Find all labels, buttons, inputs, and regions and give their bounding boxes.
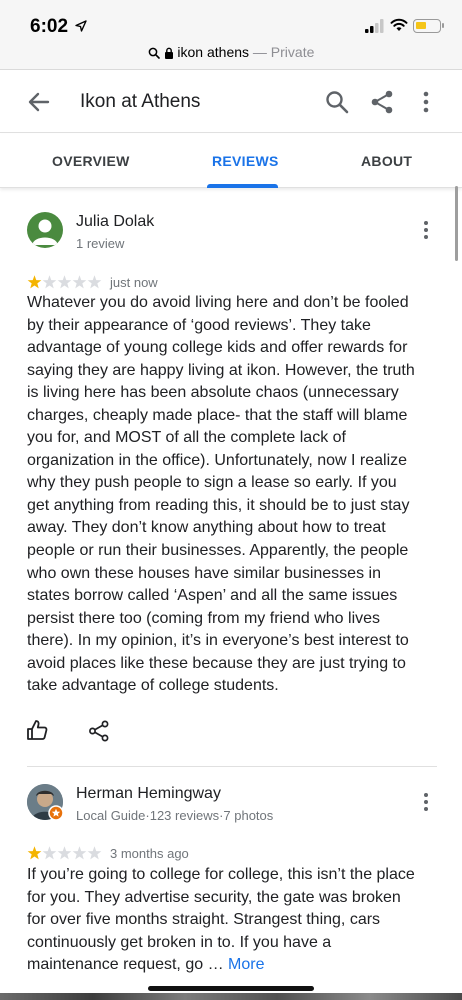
url-separator: — — [249, 44, 271, 60]
home-indicator — [148, 986, 314, 991]
back-arrow-icon[interactable] — [26, 89, 52, 115]
tab-bar: OVERVIEW REVIEWS ABOUT — [0, 134, 462, 188]
star-rating — [27, 275, 102, 289]
review-text: Whatever you do avoid living here and do… — [27, 294, 415, 695]
star-empty-icon — [87, 846, 102, 860]
search-icon[interactable] — [324, 89, 350, 115]
search-icon — [148, 47, 160, 59]
photo-strip[interactable] — [0, 993, 462, 1000]
local-guide-badge-icon — [48, 805, 64, 821]
person-icon — [32, 219, 58, 245]
url-domain: ikon athens — [177, 44, 250, 60]
review-text-body: If you’re going to college for college, … — [27, 866, 415, 974]
more-link[interactable]: More — [228, 956, 264, 973]
review-text: If you’re going to college for college, … — [27, 864, 415, 977]
star-empty-icon — [72, 275, 87, 289]
cellular-signal-icon — [365, 19, 384, 33]
avatar[interactable] — [27, 212, 63, 248]
scrollbar[interactable] — [455, 186, 458, 261]
star-empty-icon — [57, 846, 72, 860]
star-filled-icon — [27, 846, 42, 860]
battery-icon — [413, 19, 444, 33]
thumbs-up-icon[interactable] — [26, 719, 48, 741]
location-arrow-icon — [75, 20, 87, 32]
status-bar: 6:02 — [0, 0, 462, 40]
lock-icon — [164, 47, 173, 59]
more-vert-icon[interactable] — [418, 791, 434, 813]
reviewer-meta: Local Guide·123 reviews·7 photos — [76, 808, 274, 823]
status-time: 6:02 — [30, 16, 69, 37]
active-tab-indicator — [207, 184, 278, 188]
page-title: Ikon at Athens — [80, 91, 201, 112]
more-vert-icon[interactable] — [418, 219, 434, 241]
app-header: Ikon at Athens — [0, 71, 462, 133]
star-empty-icon — [42, 846, 57, 860]
wifi-icon — [390, 18, 408, 31]
url-mode: Private — [270, 44, 315, 60]
reviewer-name[interactable]: Julia Dolak — [76, 213, 154, 231]
tab-overview[interactable]: OVERVIEW — [52, 153, 130, 169]
star-empty-icon — [57, 275, 72, 289]
review-time: just now — [110, 275, 158, 290]
more-vert-icon[interactable] — [416, 89, 436, 115]
share-icon[interactable] — [88, 720, 110, 742]
star-filled-icon — [27, 275, 42, 289]
tab-about[interactable]: ABOUT — [361, 153, 412, 169]
url-bar[interactable]: ikon athens — Private — [0, 40, 462, 70]
star-empty-icon — [42, 275, 57, 289]
star-empty-icon — [72, 846, 87, 860]
divider — [27, 766, 437, 767]
star-rating — [27, 846, 102, 860]
tab-reviews[interactable]: REVIEWS — [212, 153, 279, 169]
reviewer-name[interactable]: Herman Hemingway — [76, 785, 221, 803]
share-icon[interactable] — [369, 89, 395, 115]
reviewer-meta: 1 review — [76, 236, 125, 251]
review-time: 3 months ago — [110, 846, 189, 861]
star-empty-icon — [87, 275, 102, 289]
